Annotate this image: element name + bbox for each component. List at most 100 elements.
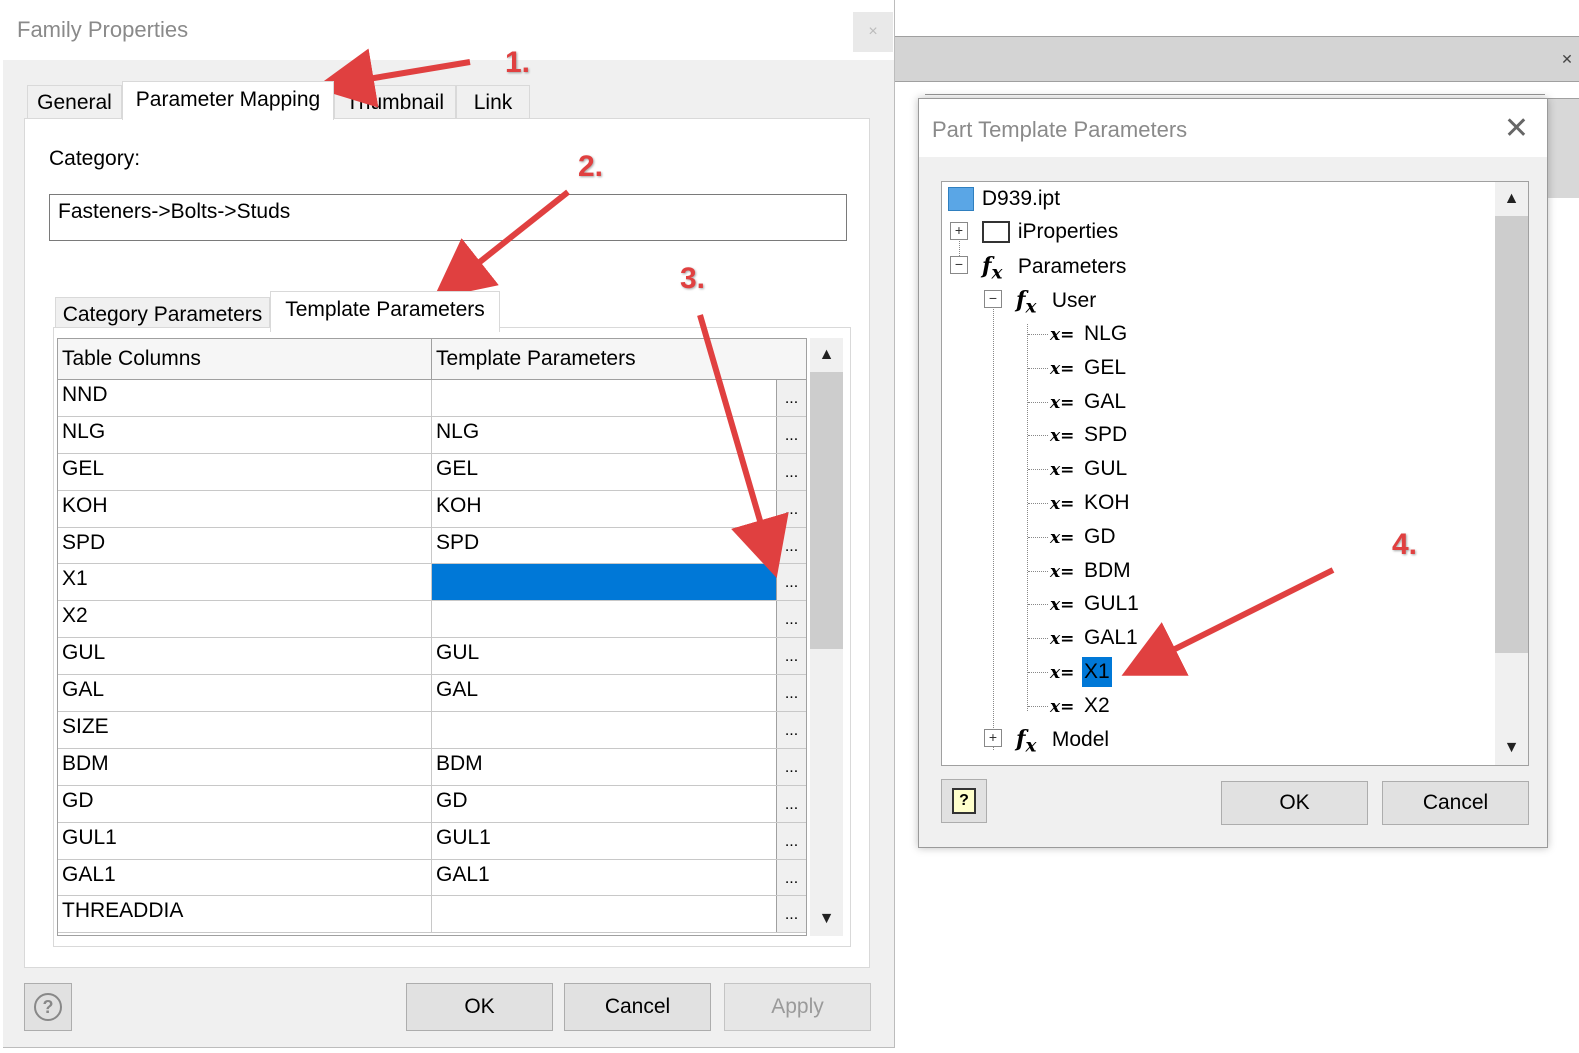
table-column-cell[interactable]: SIZE bbox=[58, 712, 432, 748]
tree-node-param[interactable]: x= NLG bbox=[1050, 319, 1129, 349]
tree-node-param[interactable]: x= X2 bbox=[1050, 691, 1112, 721]
tree-node-param[interactable]: x= GUL bbox=[1050, 454, 1129, 484]
browse-button[interactable]: ... bbox=[776, 675, 806, 712]
template-parameter-cell[interactable]: KOH bbox=[432, 491, 776, 527]
table-row[interactable]: GUL1 GUL1... bbox=[58, 822, 806, 860]
table-column-cell[interactable]: SPD bbox=[58, 527, 432, 564]
table-row[interactable]: KOH KOH... bbox=[58, 490, 806, 528]
scroll-up-icon[interactable]: ▲ bbox=[1495, 182, 1528, 216]
template-parameter-cell[interactable]: GEL bbox=[432, 454, 776, 490]
scroll-down-icon[interactable]: ▼ bbox=[1495, 731, 1528, 765]
table-row[interactable]: BDM BDM... bbox=[58, 748, 806, 786]
pt-cancel-button[interactable]: Cancel bbox=[1382, 781, 1529, 825]
ok-button[interactable]: OK bbox=[406, 983, 553, 1031]
table-column-cell[interactable]: GAL1 bbox=[58, 859, 432, 896]
template-parameter-cell[interactable] bbox=[432, 712, 776, 748]
header-template-parameters[interactable]: Template Parameters bbox=[432, 339, 806, 379]
scroll-down-icon[interactable]: ▼ bbox=[810, 902, 843, 936]
template-parameter-cell[interactable]: BDM bbox=[432, 749, 776, 785]
browse-button[interactable]: ... bbox=[776, 748, 806, 785]
help-button[interactable]: ? bbox=[24, 983, 72, 1031]
table-row[interactable]: SIZE... bbox=[58, 712, 806, 749]
tree-node-param[interactable]: x= GAL1 bbox=[1050, 623, 1140, 653]
browse-button[interactable]: ... bbox=[776, 638, 806, 675]
table-row[interactable]: GAL GAL... bbox=[58, 675, 806, 713]
table-row[interactable]: GAL1 GAL1... bbox=[58, 859, 806, 897]
table-row[interactable]: GD GD... bbox=[58, 785, 806, 823]
template-parameter-cell[interactable] bbox=[432, 564, 777, 601]
table-column-cell[interactable]: THREADDIA bbox=[58, 896, 432, 933]
table-column-cell[interactable]: GUL1 bbox=[58, 822, 432, 859]
pt-help-button[interactable]: ? bbox=[941, 779, 987, 823]
browse-button[interactable]: ... bbox=[776, 416, 806, 453]
pt-ok-button[interactable]: OK bbox=[1221, 781, 1368, 825]
cancel-button[interactable]: Cancel bbox=[564, 983, 711, 1031]
tree-node-model[interactable]: fx Model bbox=[1016, 724, 1111, 756]
tree-node-user[interactable]: fx User bbox=[1016, 285, 1098, 317]
expand-plus-icon[interactable]: + bbox=[950, 222, 968, 240]
table-row[interactable]: GEL GEL... bbox=[58, 453, 806, 491]
browse-button[interactable]: ... bbox=[776, 785, 806, 822]
tab-parameter-mapping[interactable]: Parameter Mapping bbox=[122, 81, 334, 120]
template-parameter-cell[interactable]: GUL1 bbox=[432, 823, 776, 859]
tab-general[interactable]: General bbox=[27, 85, 122, 119]
table-row[interactable]: NLG NLG... bbox=[58, 416, 806, 454]
scroll-up-icon[interactable]: ▲ bbox=[810, 338, 843, 372]
template-parameter-cell[interactable] bbox=[432, 380, 776, 416]
template-parameter-cell[interactable]: GUL bbox=[432, 638, 776, 674]
browse-button[interactable]: ... bbox=[776, 822, 806, 859]
table-column-cell[interactable]: GUL bbox=[58, 638, 432, 675]
table-column-cell[interactable]: X1 bbox=[58, 564, 432, 601]
browse-button[interactable]: ... bbox=[776, 527, 806, 564]
collapse-minus-icon[interactable]: − bbox=[950, 256, 968, 274]
tree-node-param[interactable]: x= GEL bbox=[1050, 353, 1128, 383]
browse-button[interactable]: ... bbox=[776, 564, 806, 601]
template-parameter-cell[interactable]: GAL bbox=[432, 675, 776, 711]
template-parameter-cell[interactable]: SPD bbox=[432, 528, 776, 564]
tree-scrollbar[interactable]: ▲ ▼ bbox=[1495, 182, 1528, 765]
browse-button[interactable]: ... bbox=[776, 712, 806, 748]
template-parameter-cell[interactable]: GAL1 bbox=[432, 860, 776, 896]
close-icon[interactable]: × bbox=[853, 12, 893, 52]
browse-button[interactable]: ... bbox=[776, 380, 806, 416]
tab-category-parameters[interactable]: Category Parameters bbox=[55, 297, 270, 331]
tree-node-root[interactable]: D939.ipt bbox=[948, 184, 1062, 214]
tree-node-param[interactable]: x= SPD bbox=[1050, 420, 1129, 450]
template-parameter-cell[interactable]: GD bbox=[432, 786, 776, 822]
tree-node-param[interactable]: x= GUL1 bbox=[1050, 589, 1141, 619]
tree-node-param[interactable]: x= X1 bbox=[1050, 657, 1112, 687]
table-column-cell[interactable]: NLG bbox=[58, 416, 432, 453]
expand-plus-icon[interactable]: + bbox=[984, 729, 1002, 747]
table-column-cell[interactable]: BDM bbox=[58, 748, 432, 785]
table-column-cell[interactable]: GEL bbox=[58, 453, 432, 490]
tree-node-iproperties[interactable]: iProperties bbox=[982, 217, 1120, 247]
scroll-thumb[interactable] bbox=[1495, 216, 1528, 653]
table-column-cell[interactable]: GD bbox=[58, 785, 432, 822]
template-parameter-cell[interactable] bbox=[432, 601, 776, 637]
browse-button[interactable]: ... bbox=[776, 859, 806, 896]
apply-button[interactable]: Apply bbox=[724, 983, 871, 1031]
category-field[interactable]: Fasteners->Bolts->Studs bbox=[49, 194, 847, 241]
table-row[interactable]: X2... bbox=[58, 601, 806, 639]
background-close-icon[interactable]: ✕ bbox=[1559, 51, 1575, 67]
browse-button[interactable]: ... bbox=[776, 601, 806, 638]
grid-scrollbar[interactable]: ▲ ▼ bbox=[810, 338, 843, 936]
tree-node-param[interactable]: x= GD bbox=[1050, 522, 1118, 552]
tree-node-param[interactable]: x= BDM bbox=[1050, 556, 1133, 586]
browse-button[interactable]: ... bbox=[776, 453, 806, 490]
table-column-cell[interactable]: GAL bbox=[58, 675, 432, 712]
template-parameter-cell[interactable] bbox=[432, 896, 776, 932]
pt-close-icon[interactable]: ✕ bbox=[1504, 111, 1529, 146]
table-row[interactable]: NND... bbox=[58, 380, 806, 417]
tree-node-param[interactable]: x= GAL bbox=[1050, 387, 1128, 417]
table-row[interactable]: THREADDIA... bbox=[58, 896, 806, 934]
tree-node-param[interactable]: x= KOH bbox=[1050, 488, 1132, 518]
tab-thumbnail[interactable]: Thumbnail bbox=[334, 85, 456, 119]
table-column-cell[interactable]: X2 bbox=[58, 601, 432, 638]
template-parameter-cell[interactable]: NLG bbox=[432, 417, 776, 453]
tab-link[interactable]: Link bbox=[456, 85, 530, 119]
tab-template-parameters[interactable]: Template Parameters bbox=[270, 291, 500, 332]
browse-button[interactable]: ... bbox=[776, 896, 806, 933]
table-column-cell[interactable]: NND bbox=[58, 380, 432, 416]
header-table-columns[interactable]: Table Columns bbox=[58, 339, 432, 379]
